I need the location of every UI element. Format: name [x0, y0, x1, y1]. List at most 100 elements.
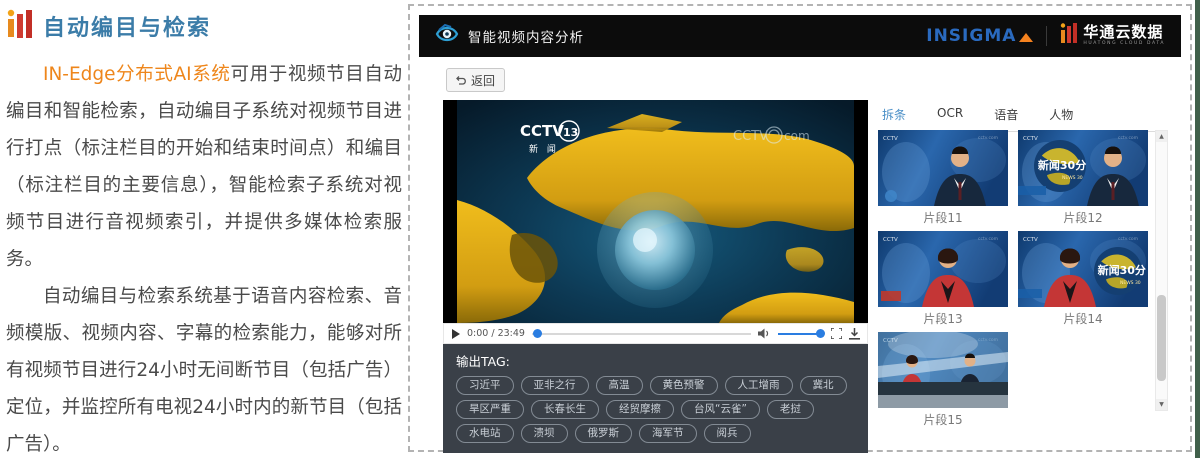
svg-text:NEWS 30: NEWS 30	[1062, 175, 1083, 181]
segment-thumb-4[interactable]: CCTV cctv.com 新闻30分 NEWS 30 片段14	[1018, 231, 1148, 332]
output-tag[interactable]: 经贸摩擦	[606, 400, 674, 419]
insigma-logo: INSIGMA	[926, 26, 1016, 46]
output-tag[interactable]: 俄罗斯	[575, 424, 633, 443]
output-tag[interactable]: 冀北	[800, 376, 847, 395]
svg-text:cctv.com: cctv.com	[978, 135, 998, 141]
play-button[interactable]	[451, 329, 460, 339]
output-tag[interactable]: 高温	[596, 376, 643, 395]
huatong-bars-icon	[1060, 22, 1077, 50]
eye-logo-icon	[435, 23, 459, 49]
page-title: 自动编目与检索	[43, 10, 211, 42]
paragraph-1-text: 可用于视频节目自动编目和智能检索，自动编目子系统对视频节目进行打点（标注栏目的开…	[6, 64, 402, 270]
seek-bar[interactable]	[532, 333, 751, 335]
channel-subtitle: 新 闻	[529, 143, 559, 155]
svg-text:新闻30分: 新闻30分	[1098, 263, 1146, 277]
channel-number: 13	[563, 126, 578, 139]
product-name-highlight: IN-Edge分布式AI系统	[43, 64, 231, 85]
page-edge-strip	[1195, 0, 1200, 458]
header-divider	[1046, 26, 1047, 46]
tab-1[interactable]: 拆条	[880, 100, 908, 132]
segment-thumb-3[interactable]: CCTV cctv.com 片段13	[878, 231, 1008, 332]
article-header: 自动编目与检索	[6, 8, 402, 44]
output-tag[interactable]: 习近平	[456, 376, 514, 395]
segment-label: 片段14	[1018, 307, 1148, 332]
app-screenshot-panel: 智能视频内容分析 INSIGMA 华通云数据	[408, 4, 1192, 452]
huatong-text: 华通云数据 HUATONG CLOUD DATA	[1083, 25, 1165, 47]
output-tag[interactable]: 亚非之行	[521, 376, 589, 395]
segment-thumb-2[interactable]: CCTV cctv.com 新闻30分 NEWS 30 片段12	[1018, 130, 1148, 231]
back-button[interactable]: 返回	[446, 68, 505, 92]
fullscreen-button[interactable]	[831, 328, 842, 339]
output-tag[interactable]: 溃坝	[521, 424, 568, 443]
segment-thumbnail-image: CCTV cctv.com	[878, 231, 1008, 307]
volume-handle[interactable]	[816, 329, 825, 338]
scroll-down-arrow[interactable]: ▼	[1156, 399, 1167, 410]
back-arrow-icon	[456, 75, 467, 86]
segment-thumbnail-image: CCTVcctv.com	[878, 332, 1008, 408]
article-paragraph-1: IN-Edge分布式AI系统可用于视频节目自动编目和智能检索，自动编目子系统对视…	[6, 56, 402, 278]
output-tag-label: 输出TAG:	[456, 351, 855, 370]
app-title: 智能视频内容分析	[468, 26, 584, 46]
svg-text:NEWS 30: NEWS 30	[1120, 280, 1141, 286]
output-tag[interactable]: 人工增雨	[725, 376, 793, 395]
svg-text:CCTV: CCTV	[883, 237, 898, 243]
segment-label: 片段12	[1018, 206, 1148, 231]
segment-label: 片段13	[878, 307, 1008, 332]
huatong-name: 华通云数据	[1083, 25, 1165, 40]
huatong-logo: 华通云数据 HUATONG CLOUD DATA	[1060, 22, 1165, 50]
back-label: 返回	[471, 72, 495, 89]
output-tag[interactable]: 老挝	[767, 400, 814, 419]
segment-thumb-1[interactable]: CCTV cctv.com 片段11	[878, 130, 1008, 231]
segment-thumb-5[interactable]: CCTVcctv.com片段15	[878, 332, 1008, 433]
segment-label: 片段15	[878, 408, 1008, 433]
bars-logo-icon	[6, 8, 33, 44]
segment-thumbnail-image: CCTV cctv.com 新闻30分 NEWS 30	[1018, 130, 1148, 206]
svg-text:新闻30分: 新闻30分	[1038, 158, 1086, 172]
segment-scrollbar[interactable]: ▲ ▼	[1155, 130, 1168, 411]
tab-4[interactable]: 人物	[1047, 100, 1075, 131]
svg-text:CCTV: CCTV	[1023, 237, 1038, 243]
output-tag[interactable]: 海军节	[639, 424, 697, 443]
svg-text:cctv.com: cctv.com	[1118, 135, 1138, 141]
tag-list: 习近平亚非之行高温黄色预警人工增雨冀北旱区严重长春长生经贸摩擦台风“云雀” 老挝水…	[456, 376, 855, 443]
svg-text:CCTV: CCTV	[1023, 136, 1038, 142]
page: 自动编目与检索 IN-Edge分布式AI系统可用于视频节目自动编目和智能检索，自…	[0, 0, 1200, 458]
tab-3[interactable]: 语音	[992, 100, 1020, 131]
output-tag[interactable]: 台风“云雀”	[681, 400, 760, 419]
video-still-world-map: CCTV 13 新 闻 CCTV com	[457, 100, 854, 323]
output-tag[interactable]: 阅兵	[704, 424, 751, 443]
download-button[interactable]	[849, 328, 860, 340]
seek-handle[interactable]	[533, 329, 542, 338]
time-display: 0:00 / 23:49	[467, 328, 525, 339]
player-controls: 0:00 / 23:49	[443, 323, 868, 344]
segment-thumbnail-image: CCTV cctv.com	[878, 130, 1008, 206]
output-tag[interactable]: 长春长生	[531, 400, 599, 419]
huatong-subtitle: HUATONG CLOUD DATA	[1083, 42, 1165, 47]
scrollbar-thumb[interactable]	[1157, 295, 1166, 381]
output-tag[interactable]: 黄色预警	[650, 376, 718, 395]
watermark-com: com	[784, 129, 810, 143]
article-column: 自动编目与检索 IN-Edge分布式AI系统可用于视频节目自动编目和智能检索，自…	[6, 8, 402, 458]
channel-logo-text: CCTV	[520, 122, 564, 140]
output-tag-panel: 输出TAG: 习近平亚非之行高温黄色预警人工增雨冀北旱区严重长春长生经贸摩擦台风…	[443, 344, 868, 453]
tab-2[interactable]: OCR	[935, 100, 965, 131]
analysis-tabs: 拆条 OCR 语音人物	[880, 100, 1168, 132]
article-paragraph-2: 自动编目与检索系统基于语音内容检索、音频模版、视频内容、字幕的检索能力，能够对所…	[6, 278, 402, 458]
volume-slider[interactable]	[778, 333, 824, 335]
insigma-triangle-icon	[1019, 33, 1033, 42]
player-column: CCTV 13 新 闻 CCTV com 0:00	[443, 100, 868, 453]
svg-text:cctv.com: cctv.com	[1118, 236, 1138, 242]
app-header: 智能视频内容分析 INSIGMA 华通云数据	[419, 15, 1181, 57]
segment-grid: CCTV cctv.com 片段11 CCTV cctv.com 新闻30分 NEWS 30…	[878, 130, 1150, 433]
output-tag[interactable]: 水电站	[456, 424, 514, 443]
watermark-cctv: CCTV	[733, 129, 768, 144]
segment-thumbnail-image: CCTV cctv.com 新闻30分 NEWS 30	[1018, 231, 1148, 307]
output-tag[interactable]: 旱区严重	[456, 400, 524, 419]
svg-text:cctv.com: cctv.com	[978, 236, 998, 242]
volume-icon[interactable]	[758, 328, 771, 339]
segment-label: 片段11	[878, 206, 1008, 231]
svg-text:CCTV: CCTV	[883, 136, 898, 142]
header-logos: INSIGMA 华通云数据 HUATONG CLOUD DA	[926, 22, 1165, 50]
video-frame[interactable]: CCTV 13 新 闻 CCTV com	[443, 100, 868, 323]
scroll-up-arrow[interactable]: ▲	[1156, 131, 1167, 142]
